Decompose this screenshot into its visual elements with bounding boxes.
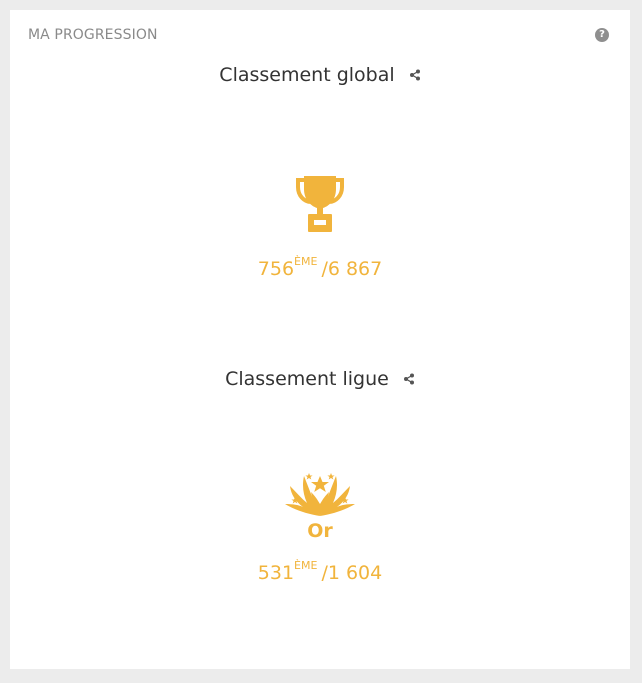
global-rank-value: 756 bbox=[257, 258, 295, 280]
global-rank-total: /6 867 bbox=[321, 258, 383, 280]
league-rank-suffix: ÈME bbox=[294, 559, 318, 572]
card-title: MA PROGRESSION bbox=[28, 27, 158, 43]
progression-card: MA PROGRESSION ? Classement global 756ÈM… bbox=[10, 10, 630, 669]
league-tier-label: Or bbox=[307, 520, 333, 542]
share-icon[interactable] bbox=[409, 64, 421, 86]
global-ranking-title: Classement global bbox=[219, 64, 395, 86]
global-rank-suffix: ÈME bbox=[294, 255, 318, 268]
league-ranking-title: Classement ligue bbox=[225, 368, 389, 390]
help-icon[interactable]: ? bbox=[595, 28, 609, 42]
league-rank-total: /1 604 bbox=[321, 562, 383, 584]
trophy-icon bbox=[10, 175, 630, 237]
global-rank: 756ÈME/6 867 bbox=[10, 255, 630, 280]
global-ranking-heading: Classement global bbox=[10, 64, 630, 87]
league-ranking-heading: Classement ligue bbox=[10, 368, 630, 391]
gold-league-badge-icon bbox=[10, 470, 630, 522]
share-icon[interactable] bbox=[403, 368, 415, 390]
league-rank: 531ÈME/1 604 bbox=[10, 559, 630, 584]
league-rank-value: 531 bbox=[257, 562, 295, 584]
